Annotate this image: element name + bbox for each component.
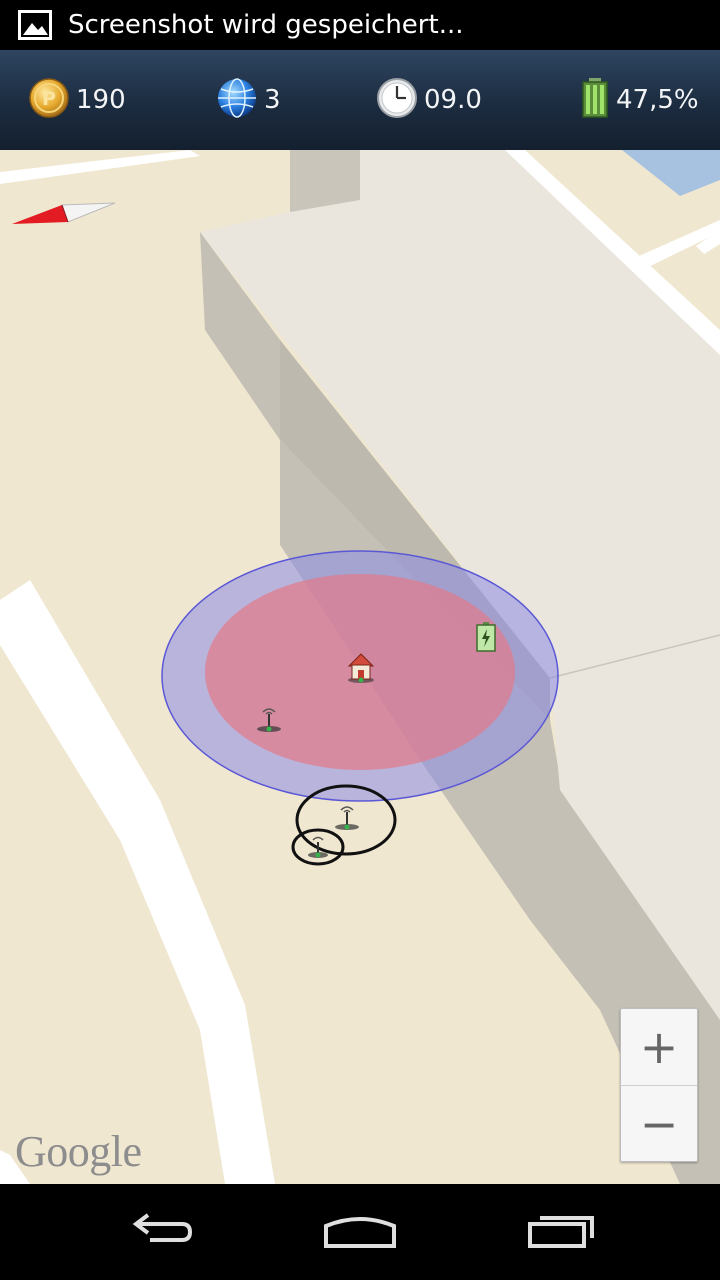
home-button[interactable]: [285, 1184, 435, 1280]
home-icon: [322, 1210, 398, 1254]
navigation-bar: [0, 1184, 720, 1280]
recent-apps-button[interactable]: [487, 1184, 637, 1280]
google-logo: Google: [15, 1127, 142, 1176]
coin-icon: P: [28, 77, 70, 123]
map-canvas: [0, 150, 720, 1184]
globe-value: 3: [264, 85, 281, 115]
clock-icon: [376, 77, 418, 123]
back-button[interactable]: [85, 1184, 235, 1280]
recent-apps-icon: [526, 1210, 598, 1254]
globe-stat: 3: [216, 50, 281, 150]
zoom-out-button[interactable]: −: [621, 1086, 697, 1162]
svg-text:P: P: [42, 88, 56, 110]
zoom-controls: + −: [620, 1008, 698, 1162]
time-value: 09.0: [424, 85, 482, 115]
game-hud: P 190 3 09.0 47,5%: [0, 50, 720, 151]
battery-stat: 47,5%: [580, 50, 699, 150]
battery-charging-icon: [476, 622, 496, 652]
battery-icon: [580, 77, 610, 123]
status-bar: Screenshot wird gespeichert...: [0, 0, 720, 50]
map-view[interactable]: [0, 150, 720, 1184]
time-stat: 09.0: [376, 50, 482, 150]
zoom-in-button[interactable]: +: [621, 1009, 697, 1086]
battery-value: 47,5%: [616, 85, 699, 115]
points-value: 190: [76, 85, 126, 115]
notification-text: Screenshot wird gespeichert...: [68, 10, 464, 40]
globe-icon: [216, 77, 258, 123]
image-icon: [18, 10, 52, 40]
points-stat: P 190: [28, 50, 126, 150]
back-icon: [124, 1210, 196, 1254]
